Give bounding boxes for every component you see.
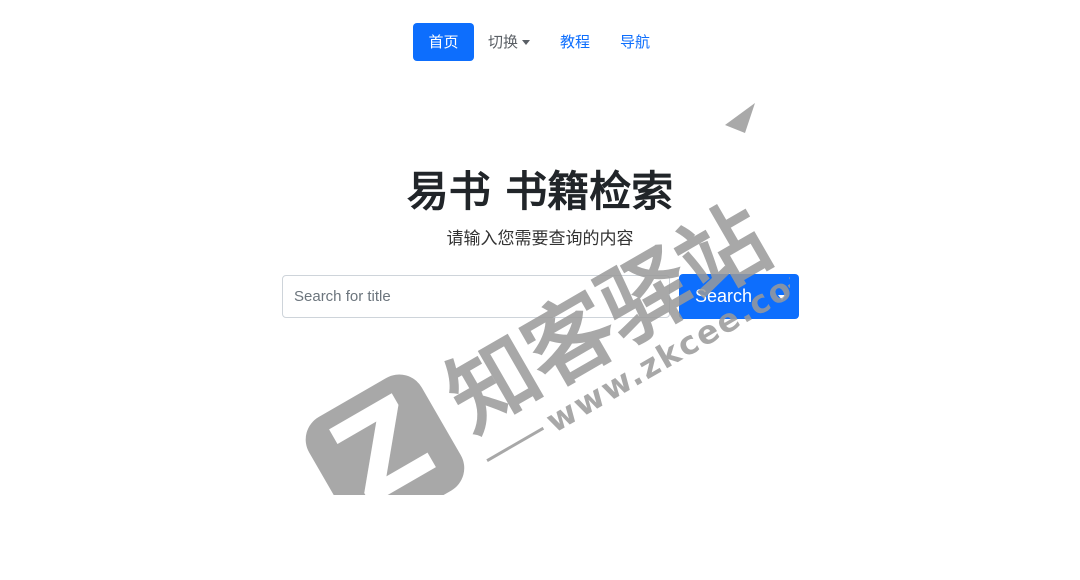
caret-down-icon <box>778 294 786 300</box>
nav-item-tutorial[interactable]: 教程 <box>545 23 605 61</box>
watermark-logo-icon: Z <box>305 369 465 495</box>
search-button-group: Search <box>679 274 799 319</box>
nav-item-home[interactable]: 首页 <box>413 23 474 61</box>
watermark-logo-letter: Z <box>311 369 454 495</box>
page-title: 易书 书籍检索 <box>406 167 674 216</box>
watermark-pointer-icon <box>725 103 755 133</box>
top-nav: 首页 切换 教程 导航 <box>413 23 665 61</box>
nav-item-navigation[interactable]: 导航 <box>605 23 665 61</box>
nav-item-switch-label: 切换 <box>488 33 519 51</box>
nav-item-switch-dropdown[interactable]: 切换 <box>474 23 545 61</box>
page-subtitle: 请输入您需要查询的内容 <box>446 229 634 249</box>
search-options-toggle[interactable] <box>765 274 799 319</box>
caret-down-icon <box>522 40 531 45</box>
search-input[interactable] <box>282 275 670 318</box>
search-button[interactable]: Search <box>679 274 765 319</box>
